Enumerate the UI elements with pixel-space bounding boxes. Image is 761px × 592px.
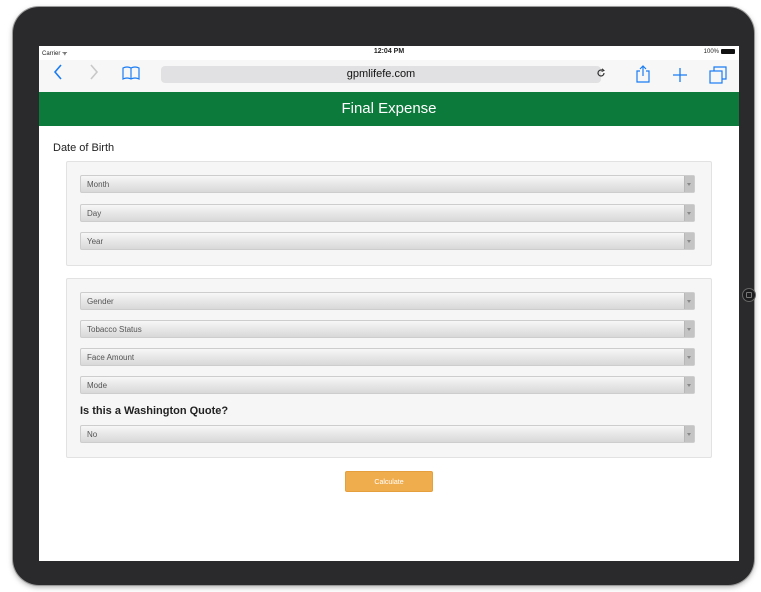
chevron-down-icon [684,176,694,192]
reload-icon[interactable] [596,68,606,82]
chevron-right-icon[interactable] [89,64,99,86]
details-panel: Gender Tobacco Status Face Amount Mode I… [66,278,712,458]
face-amount-select-value: Face Amount [87,353,135,362]
battery-percent: 100% [703,49,719,56]
day-select-value: Day [87,209,102,218]
chevron-down-icon [684,293,694,309]
face-amount-select[interactable]: Face Amount [80,348,695,366]
browser-toolbar: gpmlifefe.com [39,60,739,92]
year-select-value: Year [87,237,104,246]
battery-indicator: 100% [704,49,735,55]
gender-select-value: Gender [87,297,114,306]
gender-select[interactable]: Gender [80,292,695,310]
chevron-down-icon [684,233,694,249]
tabs-icon[interactable] [709,66,727,90]
clock: 12:04 PM [373,48,405,55]
washington-quote-label: Is this a Washington Quote? [80,405,229,417]
washington-quote-value: No [87,430,98,439]
chevron-down-icon [684,205,694,221]
chevron-down-icon [684,426,694,442]
book-icon[interactable] [122,66,140,86]
dob-label: Date of Birth [53,142,115,154]
page-header: Final Expense [39,92,739,126]
washington-quote-select[interactable]: No [80,425,695,443]
day-select[interactable]: Day [80,204,695,222]
plus-icon[interactable] [672,67,688,89]
dob-panel: Month Day Year [66,161,712,266]
tobacco-select[interactable]: Tobacco Status [80,320,695,338]
chevron-down-icon [684,321,694,337]
mode-select[interactable]: Mode [80,376,695,394]
status-bar: Carrier ᯤ 12:04 PM 100% [39,46,739,60]
mode-select-value: Mode [87,381,108,390]
chevron-down-icon [684,349,694,365]
calculate-button[interactable]: Calculate [345,471,433,492]
home-button[interactable] [742,288,756,302]
share-icon[interactable] [636,65,650,89]
chevron-left-icon[interactable] [53,64,63,86]
page-title: Final Expense [341,100,437,117]
battery-icon [721,49,735,54]
month-select[interactable]: Month [80,175,695,193]
chevron-down-icon [684,377,694,393]
month-select-value: Month [87,180,110,189]
tobacco-select-value: Tobacco Status [87,325,142,334]
url-bar[interactable]: gpmlifefe.com [161,66,601,83]
screen: Carrier ᯤ 12:04 PM 100% gpmlifefe.com Fi… [39,46,739,561]
year-select[interactable]: Year [80,232,695,250]
url-text: gpmlifefe.com [346,68,416,80]
